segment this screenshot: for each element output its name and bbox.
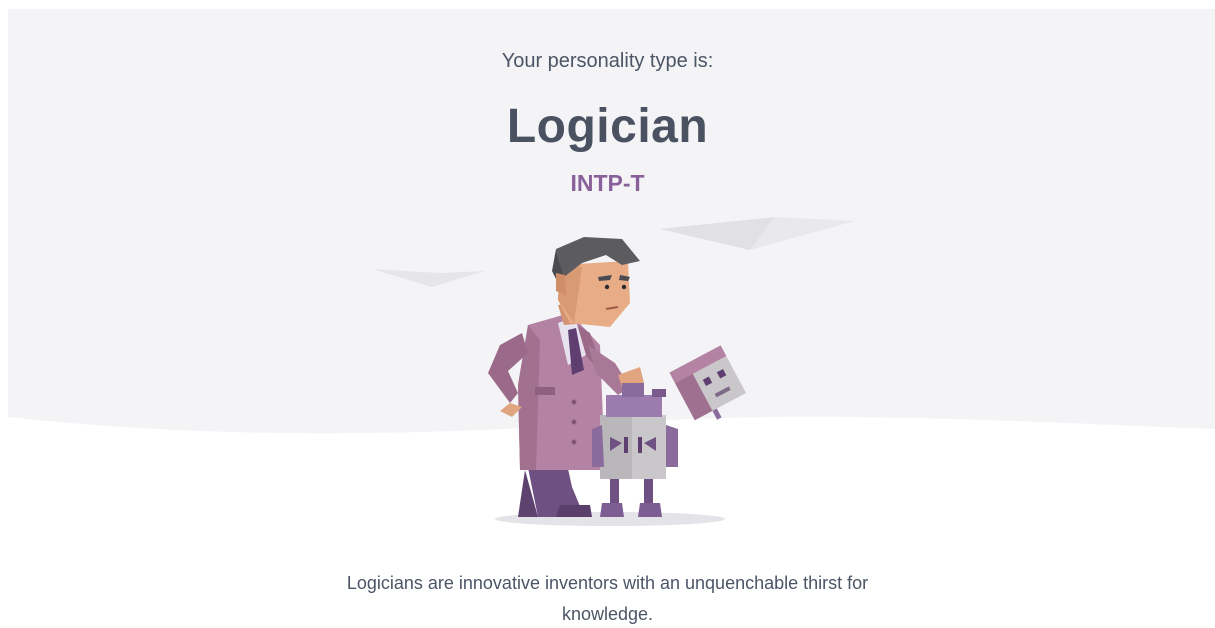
personality-description: Logicians are innovative inventors with … — [346, 573, 869, 624]
personality-type-code: INTP-T — [570, 170, 645, 196]
floating-shape — [660, 217, 855, 250]
logician-character-illustration — [360, 205, 860, 535]
floating-shape — [372, 269, 485, 287]
result-page: Your personality type is: Logician INTP-… — [0, 0, 1215, 628]
personality-intro-text: Your personality type is: — [501, 50, 714, 72]
personality-type-name: Logician — [506, 100, 709, 153]
